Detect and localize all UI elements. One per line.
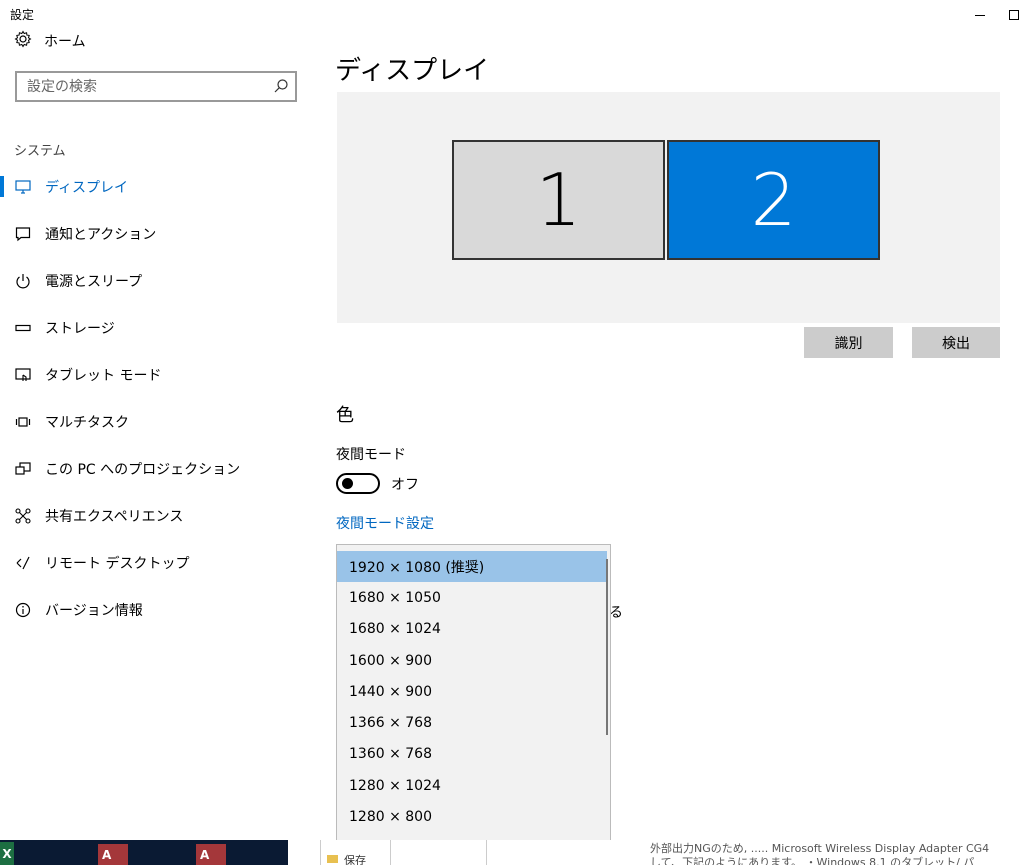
night-mode-label: 夜間モード xyxy=(336,447,406,463)
minimize-icon xyxy=(975,14,985,16)
sidebar-item-projection[interactable]: この PC へのプロジェクション xyxy=(0,445,320,492)
resolution-options: 1920 × 1080 (推奨) 1680 × 1050 1680 × 1024… xyxy=(337,551,607,833)
monitor-1[interactable]: 1 xyxy=(452,140,665,260)
shared-experience-icon xyxy=(14,507,32,525)
sidebar-item-about[interactable]: バージョン情報 xyxy=(0,586,320,633)
resolution-option[interactable]: 1366 × 768 xyxy=(337,707,607,738)
window-title: 設定 xyxy=(10,8,35,22)
tablet-mode-icon xyxy=(14,366,32,384)
night-mode-toggle[interactable] xyxy=(336,473,380,494)
resolution-option[interactable]: 1360 × 768 xyxy=(337,739,607,770)
search-box[interactable] xyxy=(15,71,297,102)
remote-desktop-icon xyxy=(14,554,32,572)
monitor-icon xyxy=(14,178,32,196)
gear-icon xyxy=(14,30,32,52)
sidebar-item-label: ストレージ xyxy=(45,320,115,337)
sidebar-item-label: マルチタスク xyxy=(45,414,129,431)
divider xyxy=(390,840,391,865)
sidebar-item-label: ディスプレイ xyxy=(45,179,129,196)
sidebar-item-multitask[interactable]: マルチタスク xyxy=(0,398,320,445)
resolution-option[interactable]: 1920 × 1080 (推奨) xyxy=(337,551,607,583)
access-icon[interactable]: A xyxy=(98,844,128,865)
maximize-icon xyxy=(1009,10,1019,20)
sidebar-item-label: バージョン情報 xyxy=(45,602,143,619)
multitask-icon xyxy=(14,413,32,431)
monitor-2[interactable]: 2 xyxy=(667,140,880,260)
folder-label: 保存 xyxy=(344,854,366,865)
night-mode-settings-link[interactable]: 夜間モード設定 xyxy=(336,513,434,533)
resolution-option[interactable]: 1680 × 1024 xyxy=(337,614,607,645)
search-icon[interactable] xyxy=(273,78,289,98)
sidebar-item-power[interactable]: 電源とスリープ xyxy=(0,257,320,304)
home-label: ホーム xyxy=(44,34,86,50)
sidebar-item-label: 電源とスリープ xyxy=(45,273,143,290)
divider xyxy=(320,840,321,865)
divider xyxy=(486,840,487,865)
sidebar-nav: ディスプレイ 通知とアクション 電源とスリープ ストレージ タブレット モード … xyxy=(0,163,320,633)
resolution-option[interactable]: 1680 × 1050 xyxy=(337,582,607,613)
detect-button[interactable]: 検出 xyxy=(912,327,1000,358)
page-title: ディスプレイ xyxy=(335,56,490,86)
sidebar-item-remote-desktop[interactable]: リモート デスクトップ xyxy=(0,539,320,586)
info-icon xyxy=(14,601,32,619)
monitor-number: 2 xyxy=(750,158,797,242)
resolution-dropdown[interactable]: 1920 × 1080 (推奨) 1680 × 1050 1680 × 1024… xyxy=(336,544,611,841)
sidebar-item-storage[interactable]: ストレージ xyxy=(0,304,320,351)
taskbar: X A A 保存 外部出力NGのため, ..... Microsoft Wire… xyxy=(0,840,1024,865)
sidebar-item-shared-experience[interactable]: 共有エクスペリエンス xyxy=(0,492,320,539)
resolution-option[interactable]: 1280 × 1024 xyxy=(337,770,607,801)
sidebar-item-label: この PC へのプロジェクション xyxy=(45,461,241,478)
folder-icon xyxy=(327,855,338,863)
monitor-number: 1 xyxy=(535,158,582,242)
access-icon[interactable]: A xyxy=(196,844,226,865)
section-label-system: システム xyxy=(14,144,66,159)
excel-icon[interactable]: X xyxy=(0,842,14,865)
projection-icon xyxy=(14,460,32,478)
maximize-button[interactable] xyxy=(1003,0,1024,30)
sidebar-item-label: リモート デスクトップ xyxy=(45,555,190,572)
search-input[interactable] xyxy=(17,73,257,100)
storage-icon xyxy=(14,319,32,337)
sidebar-item-label: タブレット モード xyxy=(45,367,162,384)
background-window: 保存 外部出力NGのため, ..... Microsoft Wireless D… xyxy=(288,840,1024,865)
night-mode-state: オフ xyxy=(391,477,419,493)
identify-button[interactable]: 識別 xyxy=(804,327,893,358)
toggle-knob xyxy=(342,478,353,489)
title-bar: 設定 xyxy=(0,0,1024,30)
resolution-option[interactable]: 1600 × 900 xyxy=(337,645,607,676)
resolution-option[interactable]: 1280 × 800 xyxy=(337,801,607,832)
notification-icon xyxy=(14,225,32,243)
dropdown-scrollbar[interactable] xyxy=(606,559,608,735)
resolution-option[interactable]: 1440 × 900 xyxy=(337,676,607,707)
partial-text: る xyxy=(609,605,623,621)
sidebar-item-label: 通知とアクション xyxy=(45,226,157,243)
sidebar-item-label: 共有エクスペリエンス xyxy=(45,508,184,525)
power-icon xyxy=(14,272,32,290)
home-link[interactable]: ホーム xyxy=(14,30,86,52)
sidebar-item-notifications[interactable]: 通知とアクション xyxy=(0,210,320,257)
sidebar-item-display[interactable]: ディスプレイ xyxy=(0,163,320,210)
sidebar-item-tablet-mode[interactable]: タブレット モード xyxy=(0,351,320,398)
color-heading: 色 xyxy=(336,405,354,426)
minimize-button[interactable] xyxy=(957,0,1003,30)
monitor-arrangement: 1 2 xyxy=(337,92,1000,323)
background-text: して、下記のようにあります。 ・Windows 8.1 のタブレット/ パ xyxy=(650,856,975,865)
